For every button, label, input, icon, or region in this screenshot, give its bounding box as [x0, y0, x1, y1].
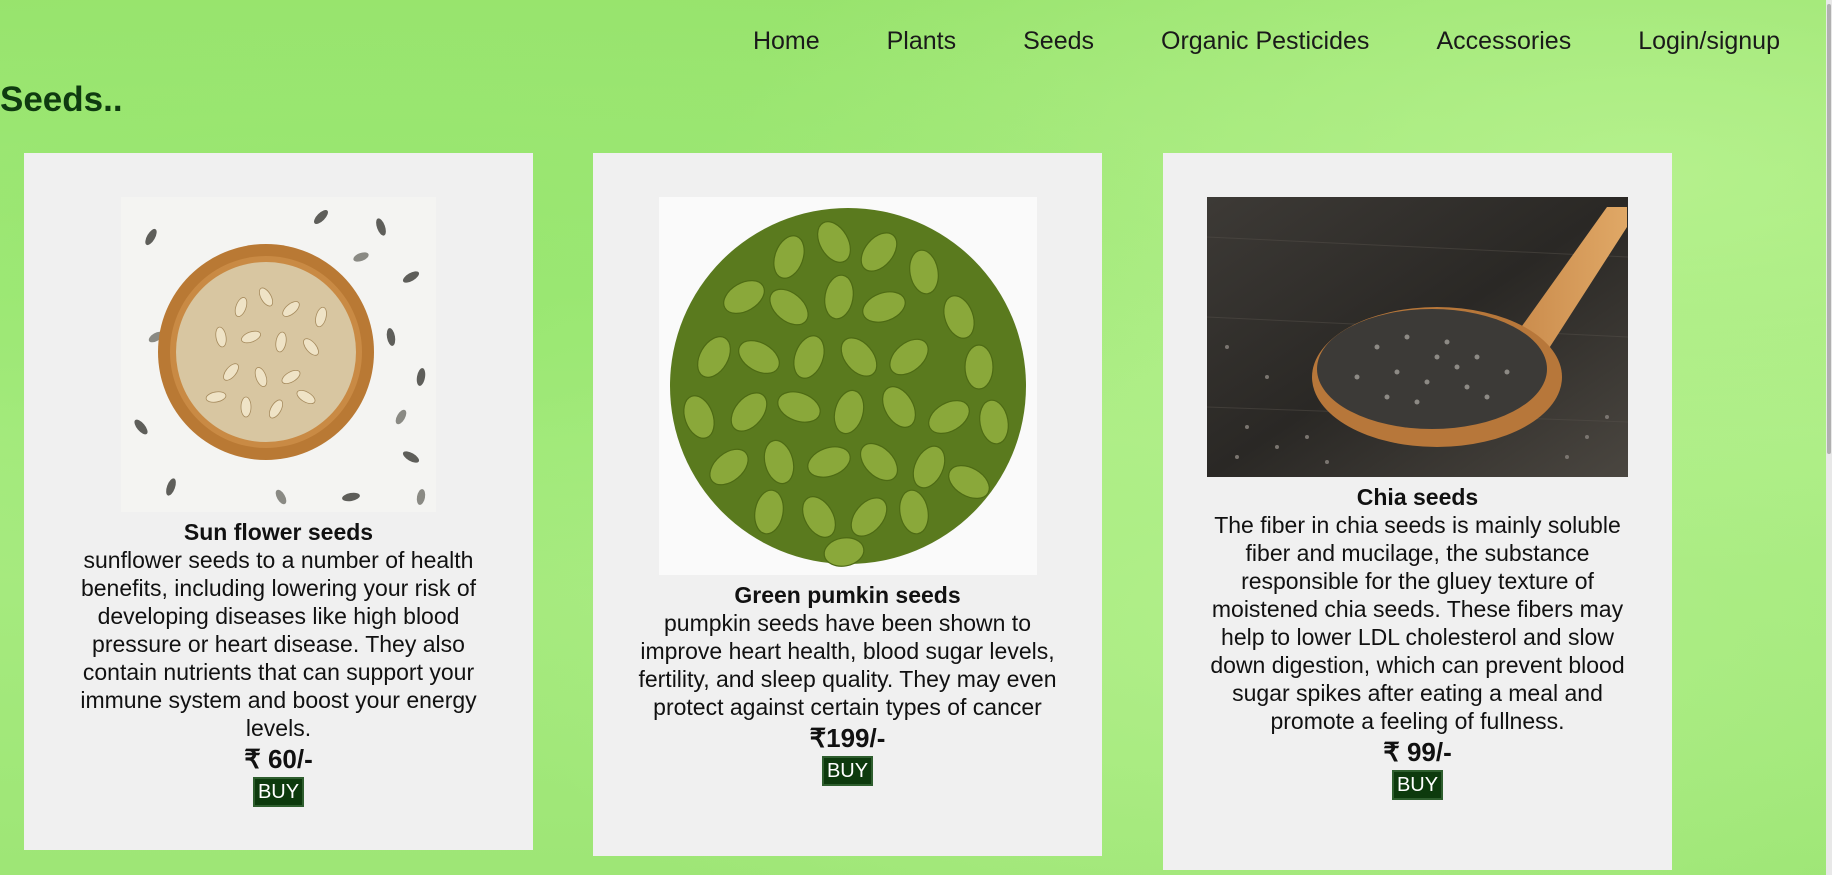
page-title: Seeds.. — [0, 80, 123, 119]
product-card-pumpkin: Green pumkin seeds pumpkin seeds have be… — [593, 153, 1102, 856]
nav-accessories[interactable]: Accessories — [1436, 22, 1571, 60]
chia-seeds-image — [1207, 197, 1628, 477]
product-price: ₹ 60/- — [244, 744, 313, 774]
buy-button[interactable]: BUY — [252, 777, 305, 807]
buy-button[interactable]: BUY — [1391, 770, 1444, 800]
product-name: Chia seeds — [1356, 484, 1479, 510]
product-card-chia: Chia seeds The fiber in chia seeds is ma… — [1163, 153, 1672, 870]
main-nav: Home Plants Seeds Organic Pesticides Acc… — [753, 22, 1780, 60]
vertical-scrollbar[interactable] — [1826, 0, 1832, 875]
product-card-sunflower: Sun flower seeds sunflower seeds to a nu… — [24, 153, 533, 850]
product-description: sunflower seeds to a number of health be… — [80, 547, 477, 741]
nav-login-signup[interactable]: Login/signup — [1638, 22, 1780, 60]
product-price: ₹ 99/- — [1383, 737, 1452, 767]
pumpkin-seeds-image — [658, 197, 1037, 575]
nav-organic-pesticides[interactable]: Organic Pesticides — [1161, 22, 1369, 60]
buy-button[interactable]: BUY — [821, 756, 874, 786]
product-name: Sun flower seeds — [183, 519, 374, 545]
product-price: ₹199/- — [809, 723, 886, 753]
page: Home Plants Seeds Organic Pesticides Acc… — [0, 0, 1826, 875]
nav-seeds[interactable]: Seeds — [1023, 22, 1094, 60]
nav-home[interactable]: Home — [753, 22, 820, 60]
scrollbar-thumb[interactable] — [1827, 4, 1831, 454]
product-description: pumpkin seeds have been shown to improve… — [638, 610, 1057, 720]
product-name: Green pumkin seeds — [734, 582, 961, 608]
sunflower-seeds-image — [121, 197, 436, 512]
product-description: The fiber in chia seeds is mainly solubl… — [1210, 512, 1625, 734]
nav-plants[interactable]: Plants — [887, 22, 956, 60]
